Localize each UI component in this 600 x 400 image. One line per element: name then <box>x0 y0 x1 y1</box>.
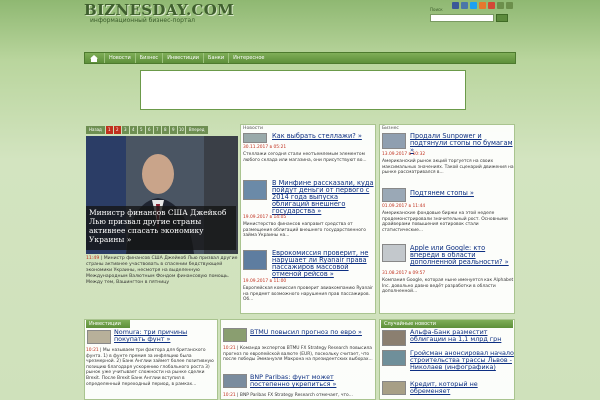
vk-icon[interactable] <box>461 2 468 9</box>
news-item-text: Министерство финансов направит средства … <box>243 222 366 239</box>
search-label: Поиск <box>430 7 443 12</box>
forex-item-body: | Команда экспертов BTMU FX Strategy Res… <box>223 346 373 363</box>
nav-item-business[interactable]: Бизнес <box>134 53 162 63</box>
google-plus-icon[interactable] <box>488 2 495 9</box>
forex-item-time: 10:21 <box>223 393 236 398</box>
slider-page-5[interactable]: 5 <box>137 126 145 134</box>
investments-item-body: | Мы называем три фактора для британског… <box>86 348 214 387</box>
slider-time: 11:49 <box>86 256 100 261</box>
slider-pager: Назад 1 2 3 4 5 6 7 8 9 10 Вперед <box>86 126 208 134</box>
forex-item-title[interactable]: BNP Paribas: фунт может постепенно укреп… <box>250 374 374 388</box>
slider-prev-button[interactable]: Назад <box>86 126 105 134</box>
news-item-title[interactable]: Еврокомиссия проверит, не нарушает ли Ry… <box>272 250 374 278</box>
search-button[interactable] <box>496 14 508 22</box>
business-column-header: Бизнес <box>382 126 399 131</box>
random-news-header: Случайные новости <box>381 320 513 328</box>
forex-item-time: 10:21 <box>223 346 236 351</box>
news-item-date: 19.09.2017 в 11:00 <box>243 279 287 284</box>
ad-banner[interactable] <box>140 70 466 110</box>
business-item-date: 01.09.2017 в 11:44 <box>382 204 426 209</box>
forex-item-title[interactable]: BTMU повысил прогноз по евро » <box>250 329 374 336</box>
forex-item-text: 10:21 | BNP Paribas FX Strategy Research… <box>223 393 375 399</box>
nav-item-investments[interactable]: Инвестиции <box>162 53 203 63</box>
nav-item-interesting[interactable]: Интересное <box>228 53 268 63</box>
news-thumb[interactable] <box>243 180 267 200</box>
business-item-date: 31.08.2017 в 09:57 <box>382 271 426 276</box>
business-thumb[interactable] <box>382 133 406 149</box>
slider-text-body: | Министр финансов США Джейкоб Лью призв… <box>86 256 238 285</box>
news-item-title[interactable]: В Минфине рассказали, куда пойдут деньги… <box>272 180 374 215</box>
home-icon[interactable] <box>497 2 504 9</box>
business-item-text: Американские фондовые биржи на этой неде… <box>382 211 508 233</box>
slider-page-9[interactable]: 9 <box>169 126 177 134</box>
slider-page-1[interactable]: 1 <box>105 126 113 134</box>
investments-item-text: 10:21 | Мы называем три фактора для брит… <box>86 348 216 387</box>
business-item-title[interactable]: Apple или Google: кто вперёди в области … <box>410 245 513 266</box>
business-item-text: Американский рынок акций торгуется на св… <box>382 159 514 176</box>
forex-thumb[interactable] <box>223 328 247 342</box>
forex-thumb[interactable] <box>223 374 247 388</box>
slider-page-7[interactable]: 7 <box>153 126 161 134</box>
news-item-text: Стеллажи сегодня стали неотъемлемым элем… <box>243 152 367 163</box>
random-item-title[interactable]: Гройсман анонсировал начало строительств… <box>410 350 514 371</box>
forex-item-text: 10:21 | Команда экспертов BTMU FX Strate… <box>223 346 375 363</box>
random-item-title[interactable]: Кредит, который не обременяет <box>410 381 514 395</box>
investments-item-title[interactable]: Nomura: три причины покупать фунт » <box>114 329 216 343</box>
slider-page-4[interactable]: 4 <box>129 126 137 134</box>
site-tagline: информационный бизнес-портал <box>90 17 195 24</box>
random-thumb[interactable] <box>382 350 406 366</box>
facebook-icon[interactable] <box>452 2 459 9</box>
forex-item-body: | BNP Paribas FX Strategy Research отмеч… <box>235 393 353 398</box>
main-nav: Новости Бизнес Инвестиции Банки Интересн… <box>84 52 516 64</box>
news-thumb[interactable] <box>243 133 267 143</box>
rss-icon[interactable] <box>479 2 486 9</box>
random-thumb[interactable] <box>382 381 406 395</box>
nav-item-news[interactable]: Новости <box>104 53 135 63</box>
search-input[interactable] <box>430 14 494 22</box>
business-thumb[interactable] <box>382 244 406 262</box>
news-item-text: Европейская комиссия проверит авиакомпан… <box>243 286 373 303</box>
slider-page-2[interactable]: 2 <box>113 126 121 134</box>
random-thumb[interactable] <box>382 330 406 346</box>
investments-header[interactable]: Инвестиции <box>86 320 130 328</box>
news-item-title[interactable]: Как выбрать стеллажи? » <box>272 133 374 140</box>
mail-icon[interactable] <box>506 2 513 9</box>
slider-page-3[interactable]: 3 <box>121 126 129 134</box>
nav-item-banks[interactable]: Банки <box>203 53 228 63</box>
slider-page-10[interactable]: 10 <box>177 126 185 134</box>
random-item-title[interactable]: Альфа-Банк разместит облигации на 1,1 мл… <box>410 329 514 343</box>
twitter-icon[interactable] <box>470 2 477 9</box>
investments-item-time: 10:21 <box>86 348 99 353</box>
news-column-header: Новости <box>243 126 263 131</box>
business-item-text: Компания Google, которая ныне именуется … <box>382 278 514 295</box>
slider-page-8[interactable]: 8 <box>161 126 169 134</box>
news-item-date: 30.11.2017 в 05:21 <box>243 145 287 150</box>
slider-caption[interactable]: Министр финансов США Джейкоб Лью призвал… <box>86 206 236 250</box>
news-item-date: 19.09.2017 в 14:05 <box>243 215 287 220</box>
business-item-title[interactable]: Продали Sunpower и подтянули стопы по бу… <box>410 133 513 154</box>
investments-thumb[interactable] <box>87 330 111 344</box>
slider-text: 11:49 | Министр финансов США Джейкоб Лью… <box>86 256 238 286</box>
slider-page-6[interactable]: 6 <box>145 126 153 134</box>
slider-next-button[interactable]: Вперед <box>185 126 208 134</box>
home-icon[interactable] <box>88 53 100 63</box>
business-item-title[interactable]: Подтянем стопы » <box>410 190 513 197</box>
business-item-date: 13.09.2017 в 10:32 <box>382 152 426 157</box>
news-thumb[interactable] <box>243 250 267 270</box>
business-thumb[interactable] <box>382 188 406 202</box>
